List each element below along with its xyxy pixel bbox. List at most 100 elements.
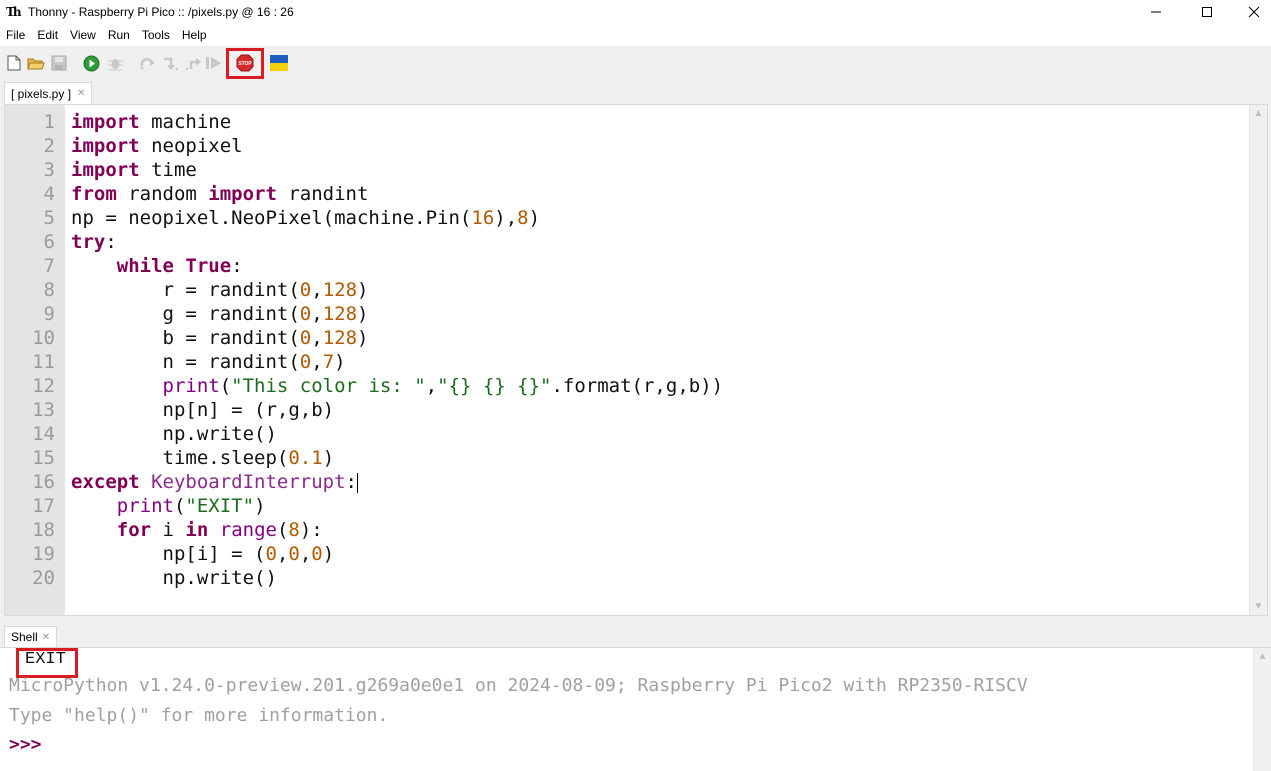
line-number: 12	[32, 375, 55, 397]
code-text: (	[276, 519, 289, 541]
keyword: True	[185, 255, 232, 277]
code-text: )	[322, 543, 335, 565]
shell-scroll-up-icon[interactable]: ▲	[1254, 651, 1271, 662]
scroll-up-icon[interactable]: ▲	[1250, 108, 1267, 119]
menu-file[interactable]: File	[0, 28, 31, 42]
shell-panel[interactable]: EXIT MicroPython v1.24.0-preview.201.g26…	[0, 647, 1271, 771]
keyword: import	[71, 159, 140, 181]
menu-help[interactable]: Help	[176, 28, 213, 42]
line-number: 20	[32, 567, 55, 589]
string: "This color is: "	[231, 375, 426, 397]
keyword: while	[116, 255, 174, 277]
code-line: 10 b = randint(0,128)	[32, 326, 1247, 350]
debug-button[interactable]	[106, 54, 124, 72]
step-out-button[interactable]	[185, 54, 203, 72]
editor-scrollbar[interactable]: ▲ ▼	[1249, 105, 1267, 615]
code-text: (	[173, 495, 186, 517]
code-text: )	[528, 207, 541, 229]
keyword: import	[71, 135, 140, 157]
resume-button[interactable]	[205, 54, 223, 72]
code-text: :	[231, 255, 243, 277]
close-icon	[1248, 6, 1260, 18]
menu-view[interactable]: View	[64, 28, 102, 42]
shell-help-line: Type "help()" for more information.	[9, 705, 389, 726]
menu-bar: File Edit View Run Tools Help	[0, 24, 1271, 46]
number: 128	[322, 279, 358, 301]
shell-tab-label: Shell	[11, 630, 38, 644]
tab-shell[interactable]: Shell ✕	[4, 626, 58, 647]
code-line: 19 np[i] = (0,0,0)	[32, 542, 1247, 566]
window-title: Thonny - Raspberry Pi Pico :: /pixels.py…	[28, 5, 294, 19]
code-text: np.write()	[162, 567, 277, 589]
code-text: np[i] = (	[162, 543, 266, 565]
keyword: except	[71, 471, 140, 493]
shell-tab-close-icon[interactable]: ✕	[42, 632, 50, 643]
code-text: n = randint(	[162, 351, 300, 373]
code-text: ,	[299, 543, 312, 565]
tab-pixels-py[interactable]: [ pixels.py ] ✕	[4, 82, 93, 104]
maximize-button[interactable]	[1184, 0, 1230, 24]
code-text: .format(r,g,b))	[551, 375, 724, 397]
number: 8	[517, 207, 529, 229]
new-file-button[interactable]	[5, 54, 23, 72]
shell-prompt[interactable]: >>>	[9, 734, 42, 755]
minimize-button[interactable]	[1133, 0, 1179, 24]
builtin: print	[116, 495, 174, 517]
step-into-button[interactable]	[162, 54, 180, 72]
run-button[interactable]	[82, 54, 100, 72]
code-line: 13 np[n] = (r,g,b)	[32, 398, 1247, 422]
step-over-button[interactable]	[139, 54, 157, 72]
menu-tools[interactable]: Tools	[136, 28, 176, 42]
number: 0	[299, 303, 312, 325]
new-file-icon	[7, 55, 21, 71]
open-file-button[interactable]	[27, 54, 45, 72]
code-line: 6 try:	[44, 230, 1247, 254]
code-line: 5 np = neopixel.NeoPixel(machine.Pin(16),…	[44, 206, 1247, 230]
line-number: 19	[32, 543, 55, 565]
shell-scrollbar[interactable]: ▲	[1253, 648, 1271, 771]
code-text: )	[322, 447, 335, 469]
code-line: 16 except KeyboardInterrupt:	[32, 470, 1247, 494]
exception-name: KeyboardInterrupt	[139, 471, 346, 493]
stop-button[interactable]: STOP	[236, 54, 254, 72]
menu-run[interactable]: Run	[102, 28, 136, 42]
code-area[interactable]: 1 import machine 2 import neopixel 3 import…	[32, 110, 1247, 590]
string: "{} {} {}"	[437, 375, 552, 397]
code-text: ,	[311, 303, 323, 325]
code-line: 4 from random import randint	[44, 182, 1247, 206]
line-number: 5	[43, 207, 55, 229]
code-line: 9 g = randint(0,128)	[44, 302, 1247, 326]
line-number: 15	[32, 447, 55, 469]
code-line: 1 import machine	[44, 110, 1247, 134]
tab-close-icon[interactable]: ✕	[77, 88, 85, 99]
code-line: 14 np.write()	[32, 422, 1247, 446]
number: 0.1	[288, 447, 323, 469]
menu-edit[interactable]: Edit	[31, 28, 64, 42]
stop-sign-icon: STOP	[236, 54, 254, 72]
toolbar: STOP	[0, 46, 1271, 80]
save-file-button[interactable]	[50, 54, 68, 72]
code-editor[interactable]: 1 import machine 2 import neopixel 3 import…	[4, 104, 1268, 616]
ukraine-flag-icon	[270, 55, 288, 71]
close-button[interactable]	[1231, 0, 1271, 24]
code-line: 2 import neopixel	[44, 134, 1247, 158]
identifier: time	[139, 159, 197, 181]
builtin: range	[208, 519, 277, 541]
ukraine-flag-button[interactable]	[270, 54, 288, 72]
code-text: ,	[311, 351, 323, 373]
step-into-icon	[164, 57, 179, 71]
code-line: 7 while True:	[44, 254, 1247, 278]
scroll-down-icon[interactable]: ▼	[1250, 601, 1267, 612]
shell-output-exit: EXIT	[25, 650, 66, 669]
code-line: 20 np.write()	[32, 566, 1247, 590]
number: 0	[265, 543, 277, 565]
keyword: import	[208, 183, 277, 205]
line-number: 8	[43, 279, 55, 301]
open-folder-icon	[27, 58, 45, 70]
